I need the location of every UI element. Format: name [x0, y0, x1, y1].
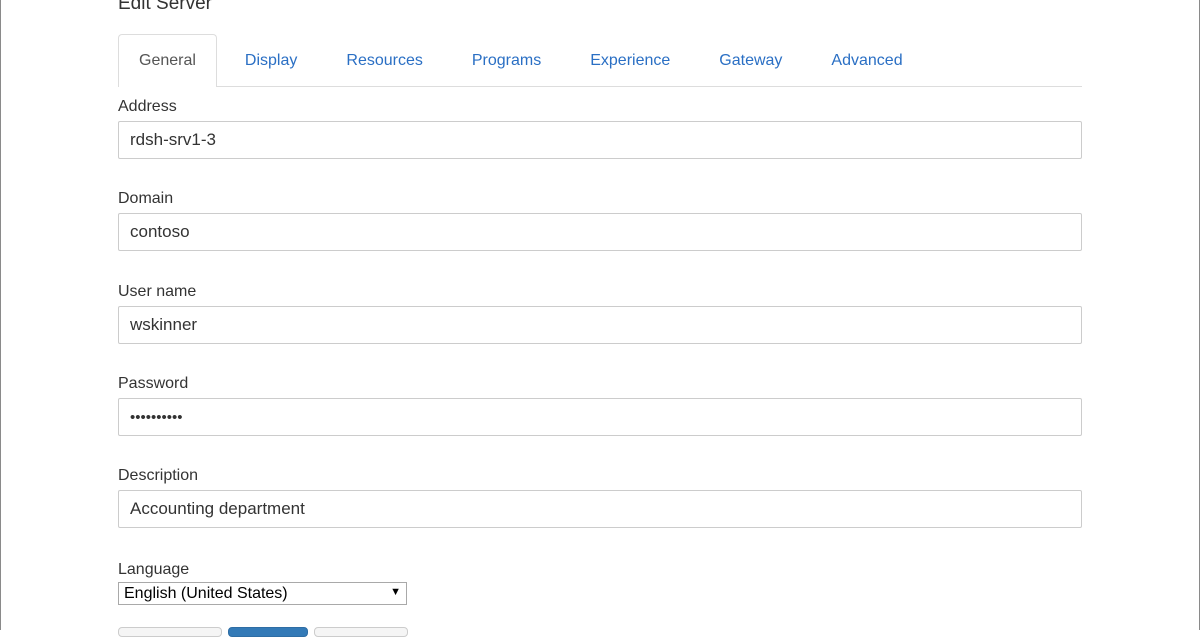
footer-button-3[interactable]	[314, 627, 408, 637]
tab-display[interactable]: Display	[224, 34, 318, 86]
footer-button-1[interactable]	[118, 627, 222, 637]
tab-general[interactable]: General	[118, 34, 217, 87]
dropdown-arrow-icon: ▼	[390, 586, 401, 598]
tab-gateway[interactable]: Gateway	[698, 34, 803, 86]
language-select[interactable]: English (United States) ▼	[118, 582, 407, 605]
password-label: Password	[118, 375, 189, 392]
language-select-value: English (United States)	[118, 582, 407, 605]
address-group: Address	[118, 97, 1082, 159]
footer-button-primary[interactable]	[228, 627, 308, 637]
address-label: Address	[118, 98, 177, 115]
domain-group: Domain	[118, 189, 1082, 251]
description-group: Description	[118, 466, 1082, 528]
tab-experience[interactable]: Experience	[569, 34, 691, 86]
domain-input[interactable]	[118, 213, 1082, 251]
username-label: User name	[118, 283, 197, 300]
tab-programs[interactable]: Programs	[451, 34, 562, 86]
description-label: Description	[118, 467, 199, 484]
username-group: User name	[118, 282, 1082, 344]
address-input[interactable]	[118, 121, 1082, 159]
username-input[interactable]	[118, 306, 1082, 344]
password-group: Password	[118, 374, 1082, 436]
tab-resources[interactable]: Resources	[325, 34, 443, 86]
language-label: Language	[118, 561, 190, 578]
description-input[interactable]	[118, 490, 1082, 528]
tab-bar: General Display Resources Programs Exper…	[118, 34, 1082, 87]
dialog-title: Edit Server	[118, 0, 212, 14]
tab-advanced[interactable]: Advanced	[810, 34, 923, 86]
domain-label: Domain	[118, 190, 174, 207]
password-input[interactable]	[118, 398, 1082, 436]
language-group: Language English (United States) ▼	[118, 560, 1082, 605]
